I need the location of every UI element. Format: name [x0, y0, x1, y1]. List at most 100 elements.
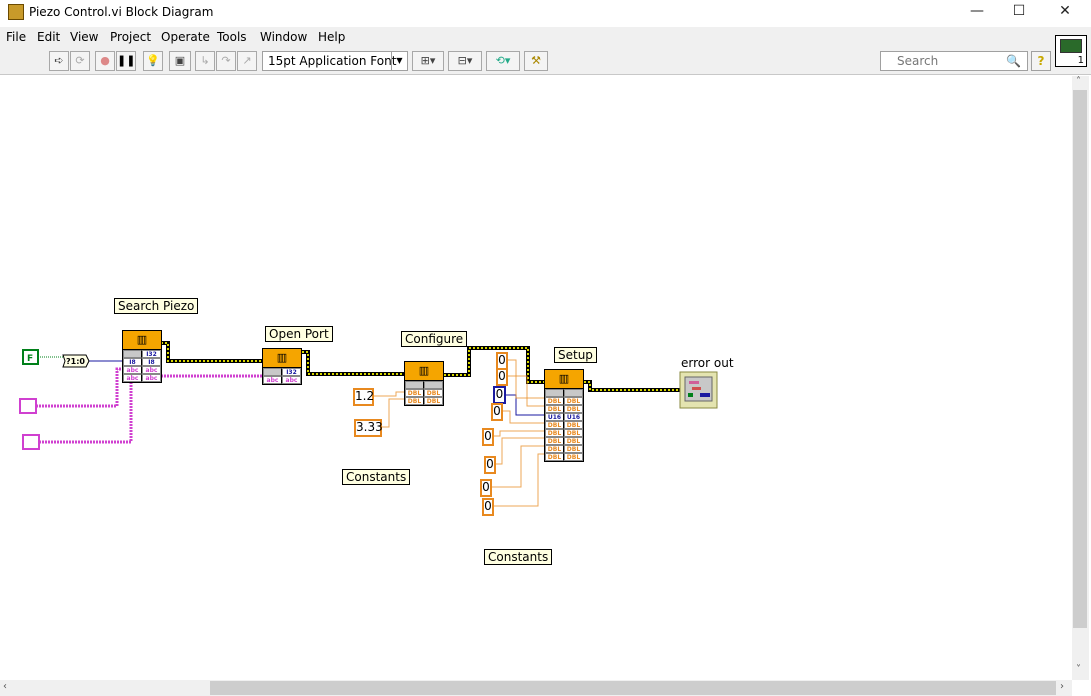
terminal[interactable]: DBL — [405, 397, 424, 405]
terminal[interactable]: DBL — [564, 429, 583, 437]
terminal[interactable]: DBL — [545, 405, 564, 413]
search-piezo-subvi[interactable]: ▥ I32 I8 I8 abc abc abc abc — [122, 330, 162, 383]
terminal[interactable]: DBL — [424, 389, 443, 397]
terminal[interactable] — [263, 368, 282, 376]
open-port-label: Open Port — [265, 326, 333, 342]
numeric-constant[interactable]: 0 — [482, 428, 494, 446]
reorder-icon[interactable]: ⟲▾ — [486, 51, 520, 71]
terminal[interactable] — [424, 381, 443, 389]
terminal[interactable]: DBL — [564, 397, 583, 405]
terminal-row — [405, 381, 443, 389]
terminal[interactable]: DBL — [545, 397, 564, 405]
menu-tools[interactable]: Tools — [217, 30, 247, 44]
terminal[interactable] — [564, 389, 583, 397]
numeric-constant[interactable]: 0 — [496, 368, 508, 386]
menu-file[interactable]: File — [6, 30, 26, 44]
terminal[interactable]: DBL — [545, 429, 564, 437]
configure-subvi[interactable]: ▥ DBL DBL DBL DBL — [404, 361, 444, 406]
integer-constant[interactable]: 0 — [493, 386, 506, 404]
scroll-right-icon[interactable]: › — [1060, 681, 1064, 692]
highlight-execution-icon[interactable]: 💡 — [143, 51, 163, 71]
terminal[interactable]: I8 — [123, 358, 142, 366]
error-out-indicator[interactable] — [679, 371, 718, 409]
numeric-constant[interactable]: 3.33 — [354, 419, 383, 437]
boolean-constant-value[interactable]: F — [27, 354, 33, 364]
terminal-row: abc abc — [123, 374, 161, 382]
open-port-subvi[interactable]: ▥ I32 abc abc — [262, 348, 302, 385]
vertical-scrollbar[interactable]: ˄ ˅ — [1072, 76, 1089, 680]
menu-view[interactable]: View — [70, 30, 98, 44]
font-select[interactable]: 15pt Application Font ▼ — [262, 51, 408, 71]
terminal[interactable]: U16 — [564, 413, 583, 421]
terminal[interactable]: DBL — [545, 421, 564, 429]
block-diagram-canvas[interactable]: F ?1:0 ▥ I32 I8 I8 abc abc abc abc ▥ I32 abc abc ▥ DB… — [0, 76, 1072, 680]
terminal[interactable]: DBL — [424, 397, 443, 405]
search-placeholder: Search — [897, 54, 939, 68]
terminal[interactable]: DBL — [545, 453, 564, 461]
horizontal-scrollbar[interactable]: ‹ › — [0, 680, 1072, 696]
numeric-constant[interactable]: 1.2 — [353, 388, 374, 406]
numeric-constant[interactable]: 0 — [480, 479, 492, 497]
menu-window[interactable]: Window — [260, 30, 307, 44]
terminal[interactable]: abc — [263, 376, 282, 384]
numeric-constant[interactable]: 0 — [491, 403, 503, 421]
menu-project[interactable]: Project — [110, 30, 151, 44]
terminal[interactable]: DBL — [405, 389, 424, 397]
terminal[interactable]: DBL — [564, 405, 583, 413]
window-title: Piezo Control.vi Block Diagram — [29, 5, 214, 19]
vi-icon[interactable]: 1 — [1055, 35, 1087, 67]
align-objects-icon[interactable]: ⊞▾ — [412, 51, 444, 71]
minimize-button[interactable]: — — [962, 3, 992, 23]
scroll-up-icon[interactable]: ˄ — [1076, 76, 1081, 87]
run-arrow-icon[interactable]: ➪ — [49, 51, 69, 71]
terminal[interactable]: abc — [142, 374, 161, 382]
pause-icon[interactable]: ❚❚ — [116, 51, 136, 71]
abort-icon[interactable]: ● — [95, 51, 115, 71]
retain-wire-values-icon[interactable]: ▣ — [169, 51, 191, 71]
menu-help[interactable]: Help — [318, 30, 345, 44]
terminal[interactable]: abc — [123, 366, 142, 374]
title-bar: Piezo Control.vi Block Diagram — ☐ ✕ — [0, 0, 1091, 26]
step-into-icon[interactable]: ↳ — [195, 51, 215, 71]
terminal[interactable]: abc — [282, 376, 301, 384]
terminal[interactable] — [405, 381, 424, 389]
terminal[interactable]: DBL — [545, 437, 564, 445]
scroll-down-icon[interactable]: ˅ — [1076, 664, 1081, 675]
terminal[interactable]: DBL — [545, 445, 564, 453]
step-out-icon[interactable]: ↗ — [237, 51, 257, 71]
maximize-button[interactable]: ☐ — [1004, 3, 1034, 23]
setup-subvi[interactable]: ▥ DBL DBL DBL DBL U16 U16 DBL DBL DBL DBL DBL DBL DBL… — [544, 369, 584, 462]
clean-up-diagram-icon[interactable]: ⚒ — [524, 51, 548, 71]
search-input[interactable]: Search 🔍 — [880, 51, 1028, 71]
step-over-icon[interactable]: ↷ — [216, 51, 236, 71]
distribute-objects-icon[interactable]: ⊟▾ — [448, 51, 482, 71]
terminal[interactable]: I8 — [142, 358, 161, 366]
vertical-scroll-thumb[interactable] — [1073, 90, 1087, 628]
constants-comment: Constants — [484, 549, 553, 565]
run-continuously-icon[interactable]: ⟳ — [70, 51, 90, 71]
terminal-row: DBL DBL — [545, 445, 583, 453]
terminal-row: DBL DBL — [545, 397, 583, 405]
subvi-icon: ▥ — [123, 331, 161, 350]
terminal[interactable]: abc — [123, 374, 142, 382]
scroll-left-icon[interactable]: ‹ — [3, 681, 7, 692]
terminal[interactable]: DBL — [564, 445, 583, 453]
terminal[interactable]: DBL — [564, 437, 583, 445]
terminal[interactable]: I32 — [142, 350, 161, 358]
horizontal-scroll-thumb[interactable] — [210, 681, 1056, 695]
numeric-constant[interactable]: 0 — [484, 456, 496, 474]
close-button[interactable]: ✕ — [1050, 3, 1080, 23]
terminal[interactable] — [545, 389, 564, 397]
help-button[interactable]: ? — [1031, 51, 1051, 71]
terminal[interactable]: DBL — [564, 421, 583, 429]
menu-edit[interactable]: Edit — [37, 30, 60, 44]
menu-operate[interactable]: Operate — [161, 30, 210, 44]
string-constant — [19, 398, 37, 414]
terminal[interactable] — [123, 350, 142, 358]
terminal[interactable]: U16 — [545, 413, 564, 421]
terminal[interactable]: abc — [142, 366, 161, 374]
terminal[interactable]: DBL — [564, 453, 583, 461]
menu-bar: File Edit View Project Operate Tools Win… — [0, 27, 1091, 47]
numeric-constant[interactable]: 0 — [482, 498, 494, 516]
terminal[interactable]: I32 — [282, 368, 301, 376]
